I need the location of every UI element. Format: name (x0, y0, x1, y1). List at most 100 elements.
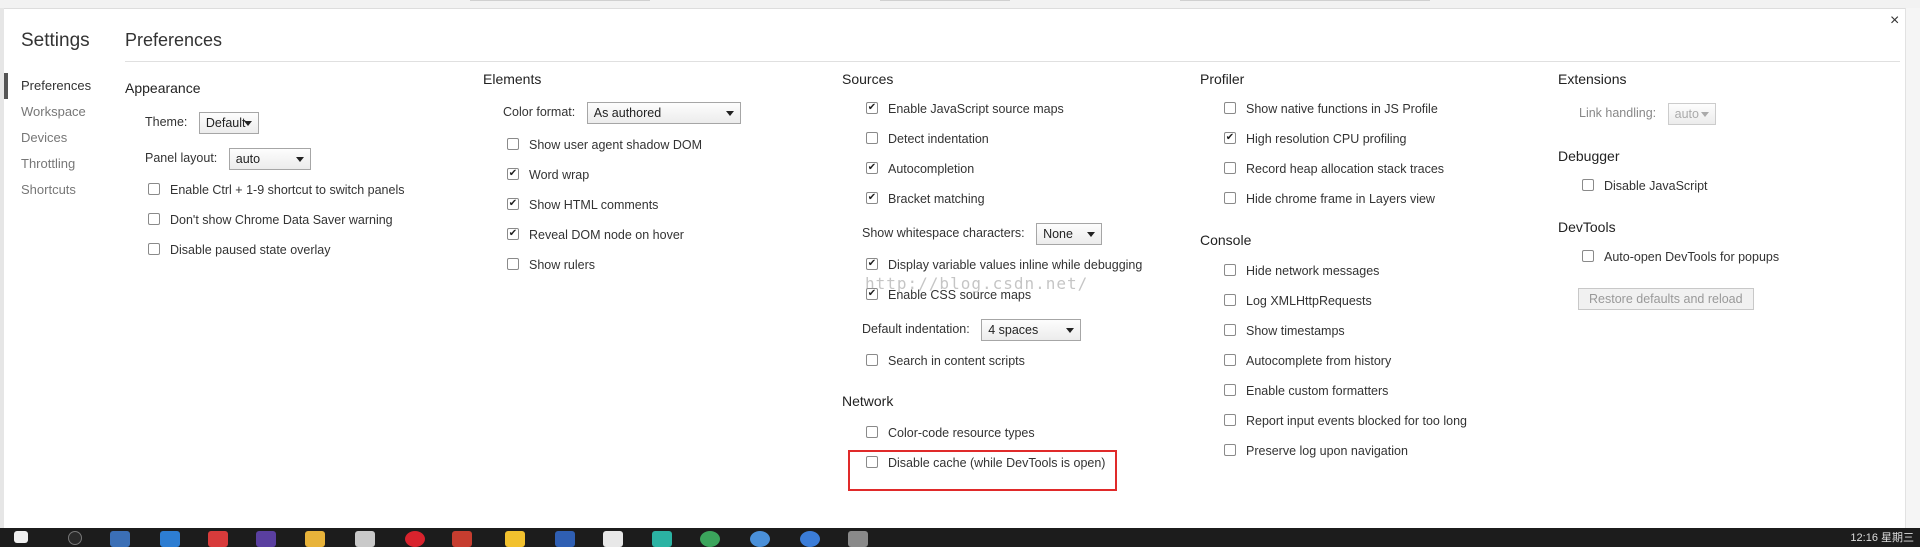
option-log-xhr[interactable]: Log XMLHttpRequests (1224, 292, 1372, 310)
app-icon[interactable] (700, 531, 720, 547)
checkbox[interactable] (148, 243, 160, 255)
option-ctrl-shortcut[interactable]: Enable Ctrl + 1-9 shortcut to switch pan… (148, 181, 405, 199)
checkbox[interactable] (866, 258, 878, 270)
whitespace-select-value: None (1043, 227, 1073, 241)
checkbox[interactable] (1224, 414, 1236, 426)
highlight-box (848, 450, 1117, 491)
option-shadow-dom[interactable]: Show user agent shadow DOM (507, 136, 702, 154)
checkbox[interactable] (1224, 264, 1236, 276)
opera-icon[interactable] (405, 531, 425, 547)
option-js-source-maps[interactable]: Enable JavaScript source maps (866, 100, 1064, 118)
mail-icon[interactable] (603, 531, 623, 547)
checkbox[interactable] (866, 192, 878, 204)
option-autocomplete-history[interactable]: Autocomplete from history (1224, 352, 1391, 370)
checkbox[interactable] (1224, 192, 1236, 204)
option-label: Disable JavaScript (1604, 179, 1708, 193)
option-show-rulers[interactable]: Show rulers (507, 256, 595, 274)
whitespace-select[interactable]: None (1036, 223, 1103, 245)
app-icon[interactable] (208, 531, 228, 547)
option-heap-traces[interactable]: Record heap allocation stack traces (1224, 160, 1444, 178)
search-icon[interactable] (68, 531, 82, 545)
option-label: Detect indentation (888, 132, 989, 146)
app-icon[interactable] (256, 531, 276, 547)
option-hide-chrome-frame[interactable]: Hide chrome frame in Layers view (1224, 190, 1435, 208)
option-label: Enable Ctrl + 1-9 shortcut to switch pan… (170, 183, 405, 197)
checkbox[interactable] (507, 258, 519, 270)
chrome-icon[interactable] (452, 531, 472, 547)
checkbox[interactable] (1224, 162, 1236, 174)
app-icon[interactable] (652, 531, 672, 547)
checkbox[interactable] (1224, 294, 1236, 306)
checkbox[interactable] (148, 213, 160, 225)
console-title: Console (1200, 232, 1252, 248)
option-native-functions[interactable]: Show native functions in JS Profile (1224, 100, 1438, 118)
option-reveal-dom[interactable]: Reveal DOM node on hover (507, 226, 684, 244)
option-content-scripts[interactable]: Search in content scripts (866, 352, 1025, 370)
restore-defaults-button[interactable]: Restore defaults and reload (1578, 288, 1754, 310)
option-detect-indentation[interactable]: Detect indentation (866, 130, 989, 148)
close-icon[interactable]: × (1890, 12, 1899, 30)
checkbox[interactable] (1582, 179, 1594, 191)
checkbox[interactable] (866, 426, 878, 438)
start-icon[interactable] (14, 531, 28, 543)
checkbox[interactable] (1224, 384, 1236, 396)
option-auto-open-devtools[interactable]: Auto-open DevTools for popups (1582, 248, 1779, 266)
option-word-wrap[interactable]: Word wrap (507, 166, 589, 184)
checkbox[interactable] (1224, 132, 1236, 144)
theme-select[interactable]: Default (198, 112, 259, 134)
app-icon[interactable] (160, 531, 180, 547)
color-format-select[interactable]: As authored (586, 102, 741, 124)
indentation-select[interactable]: 4 spaces (981, 319, 1082, 341)
option-label: Report input events blocked for too long (1246, 414, 1467, 428)
checkbox[interactable] (1224, 102, 1236, 114)
panel-layout-row: Panel layout: auto (145, 148, 311, 170)
nav-item-devices[interactable]: Devices (4, 125, 114, 151)
nav-item-throttling[interactable]: Throttling (4, 151, 114, 177)
checkbox[interactable] (866, 102, 878, 114)
checkbox[interactable] (507, 138, 519, 150)
panel-layout-select[interactable]: auto (228, 148, 311, 170)
app-icon[interactable] (750, 531, 770, 547)
option-color-code[interactable]: Color-code resource types (866, 424, 1035, 442)
option-hide-network[interactable]: Hide network messages (1224, 262, 1379, 280)
checkbox[interactable] (1224, 324, 1236, 336)
nav-item-preferences[interactable]: Preferences (4, 73, 114, 99)
chevron-down-icon (243, 121, 252, 126)
app-icon[interactable] (848, 531, 868, 547)
checkbox[interactable] (148, 183, 160, 195)
option-preserve-log[interactable]: Preserve log upon navigation (1224, 442, 1408, 460)
option-label: Bracket matching (888, 192, 985, 206)
folder-icon[interactable] (305, 531, 325, 547)
nav-item-workspace[interactable]: Workspace (4, 99, 114, 125)
checkbox[interactable] (1224, 354, 1236, 366)
option-timestamps[interactable]: Show timestamps (1224, 322, 1345, 340)
checkbox[interactable] (507, 168, 519, 180)
option-input-events[interactable]: Report input events blocked for too long (1224, 412, 1467, 430)
app-icon[interactable] (110, 531, 130, 547)
app-icon[interactable] (800, 531, 820, 547)
link-handling-select[interactable]: auto (1667, 103, 1716, 125)
option-disable-javascript[interactable]: Disable JavaScript (1582, 177, 1708, 195)
app-icon[interactable] (505, 531, 525, 547)
clock[interactable]: 12:16 星期三 (1850, 529, 1914, 545)
checkbox[interactable] (507, 228, 519, 240)
option-inline-values[interactable]: Display variable values inline while deb… (866, 256, 1142, 274)
app-icon[interactable] (555, 531, 575, 547)
checkbox[interactable] (1582, 250, 1594, 262)
option-html-comments[interactable]: Show HTML comments (507, 196, 658, 214)
scrollbar[interactable] (1905, 8, 1920, 528)
option-custom-formatters[interactable]: Enable custom formatters (1224, 382, 1388, 400)
option-autocompletion[interactable]: Autocompletion (866, 160, 974, 178)
checkbox[interactable] (507, 198, 519, 210)
checkbox[interactable] (1224, 444, 1236, 456)
chevron-down-icon (725, 111, 734, 116)
option-paused-overlay[interactable]: Disable paused state overlay (148, 241, 331, 259)
checkbox[interactable] (866, 132, 878, 144)
nav-item-shortcuts[interactable]: Shortcuts (4, 177, 114, 203)
option-data-saver-warning[interactable]: Don't show Chrome Data Saver warning (148, 211, 393, 229)
option-bracket-matching[interactable]: Bracket matching (866, 190, 985, 208)
app-icon[interactable] (355, 531, 375, 547)
checkbox[interactable] (866, 162, 878, 174)
checkbox[interactable] (866, 354, 878, 366)
option-high-res-cpu[interactable]: High resolution CPU profiling (1224, 130, 1407, 148)
